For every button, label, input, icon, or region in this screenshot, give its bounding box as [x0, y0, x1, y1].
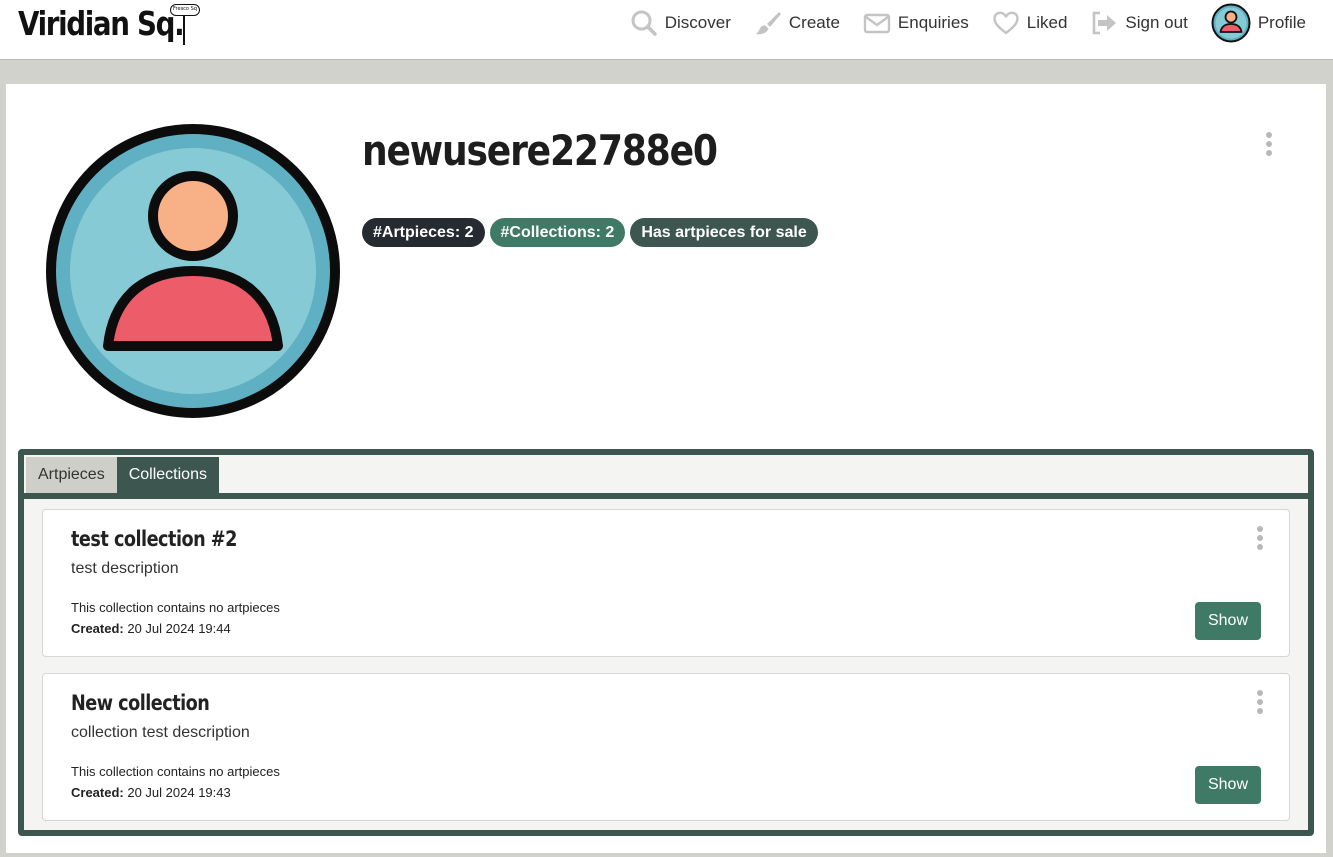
collection-description: test description	[71, 560, 179, 577]
collection-info: This collection contains no artpieces	[71, 600, 280, 615]
collection-options-icon[interactable]	[1251, 688, 1269, 716]
kebab-dot	[1257, 526, 1263, 532]
signpost-board: Fresco Sq	[170, 4, 200, 16]
nav-sign-out[interactable]: Sign out	[1090, 9, 1188, 37]
brand-logo[interactable]: Viridian Sq. Fresco Sq	[18, 2, 215, 48]
show-collection-button[interactable]: Show	[1195, 602, 1261, 640]
sign-out-icon	[1093, 11, 1117, 35]
kebab-dot	[1266, 150, 1272, 156]
kebab-dot	[1257, 690, 1263, 696]
nav-create[interactable]: Create	[754, 9, 840, 37]
nav-profile-label: Profile	[1257, 13, 1306, 32]
kebab-dot	[1266, 132, 1272, 138]
profile-username: newusere22788e0	[362, 126, 718, 175]
nav-enquiries-label: Enquiries	[897, 13, 969, 32]
tab-bar: Artpieces Collections	[26, 457, 219, 493]
artpieces-count-badge: #Artpieces: 2	[362, 218, 485, 247]
signpost-pole	[183, 16, 185, 45]
kebab-dot	[1257, 699, 1263, 705]
nav-enquiries[interactable]: Enquiries	[863, 9, 969, 37]
nav-create-label: Create	[788, 13, 840, 32]
collection-description: collection test description	[71, 724, 250, 741]
profile-badges: #Artpieces: 2 #Collections: 2 Has artpie…	[362, 218, 823, 247]
signpost-icon: Fresco Sq	[170, 4, 200, 45]
kebab-dot	[1257, 544, 1263, 550]
nav-liked[interactable]: Liked	[992, 9, 1068, 37]
nav-liked-label: Liked	[1026, 13, 1068, 32]
created-label: Created:	[71, 621, 128, 636]
profile-tabs-panel: Artpieces Collections test collection #2…	[18, 449, 1314, 836]
search-icon	[631, 10, 657, 36]
tab-collections[interactable]: Collections	[116, 457, 219, 493]
main-nav: Discover Create Enquiries Liked Sign out…	[630, 0, 1333, 46]
created-date: 20 Jul 2024 19:44	[127, 621, 231, 636]
nav-sign-out-label: Sign out	[1125, 13, 1188, 32]
collection-created: Created: 20 Jul 2024 19:43	[71, 785, 231, 800]
profile-page: newusere22788e0 #Artpieces: 2 #Collectio…	[6, 84, 1326, 853]
for-sale-badge: Has artpieces for sale	[630, 218, 818, 247]
user-avatar-icon	[1211, 3, 1251, 43]
top-navbar: Viridian Sq. Fresco Sq Discover Create E…	[0, 0, 1333, 60]
collection-options-icon[interactable]	[1251, 524, 1269, 552]
collection-info: This collection contains no artpieces	[71, 764, 280, 779]
envelope-icon	[863, 13, 891, 34]
collection-card: New collection collection test descripti…	[42, 673, 1290, 821]
kebab-dot	[1266, 141, 1272, 147]
collections-count-badge: #Collections: 2	[489, 218, 626, 247]
collection-created: Created: 20 Jul 2024 19:44	[71, 621, 231, 636]
collection-card: test collection #2 test description This…	[42, 509, 1290, 657]
created-label: Created:	[71, 785, 128, 800]
tab-artpieces[interactable]: Artpieces	[26, 457, 117, 493]
nav-profile[interactable]: Profile	[1211, 3, 1306, 43]
profile-options-icon[interactable]	[1260, 130, 1278, 158]
kebab-dot	[1257, 708, 1263, 714]
show-collection-button[interactable]: Show	[1195, 766, 1261, 804]
profile-avatar	[46, 124, 340, 418]
collection-title: New collection	[71, 691, 210, 715]
heart-icon	[993, 11, 1019, 35]
paintbrush-icon	[755, 12, 781, 35]
tab-underline	[24, 493, 1308, 499]
created-date: 20 Jul 2024 19:43	[127, 785, 231, 800]
brand-name: Viridian Sq.	[18, 4, 185, 43]
nav-discover-label: Discover	[664, 13, 731, 32]
collection-title: test collection #2	[71, 527, 237, 551]
nav-discover[interactable]: Discover	[630, 9, 731, 37]
kebab-dot	[1257, 535, 1263, 541]
